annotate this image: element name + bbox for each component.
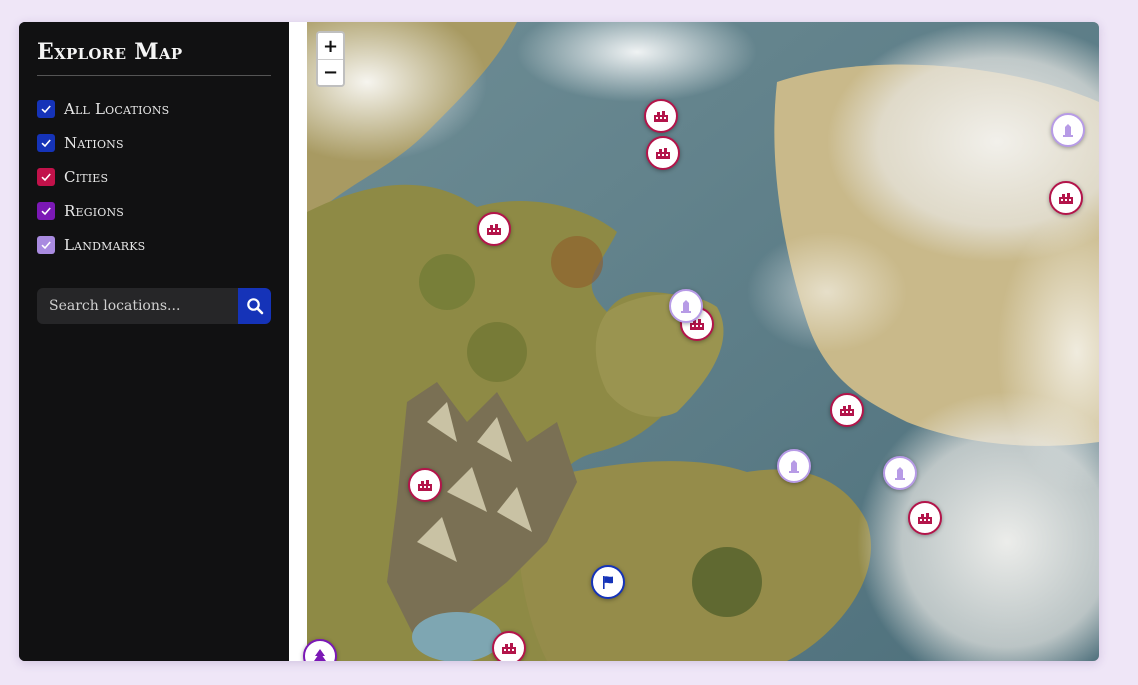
city-icon — [487, 224, 501, 235]
city-icon — [654, 111, 668, 122]
monument-icon — [1063, 124, 1073, 137]
filter-list: All Locations Nations Cities Regions Lan… — [37, 92, 271, 262]
filter-label: Landmarks — [64, 236, 146, 254]
city-marker[interactable] — [408, 468, 442, 502]
checkmark-icon — [41, 207, 51, 216]
city-marker[interactable] — [908, 501, 942, 535]
nation-marker[interactable] — [591, 565, 625, 599]
search-button[interactable] — [238, 288, 271, 324]
checkbox-landmarks[interactable] — [37, 236, 55, 254]
city-marker[interactable] — [646, 136, 680, 170]
filter-label: Nations — [64, 134, 124, 152]
zoom-in-button[interactable]: + — [318, 33, 343, 59]
search-input[interactable] — [37, 288, 238, 324]
filter-label: Regions — [64, 202, 125, 220]
city-icon — [418, 480, 432, 491]
landmark-marker[interactable] — [883, 456, 917, 490]
city-icon — [840, 405, 854, 416]
filter-nations[interactable]: Nations — [37, 126, 271, 160]
fantasy-map-image — [307, 22, 1099, 661]
city-icon — [502, 643, 516, 654]
checkmark-icon — [41, 241, 51, 250]
city-icon — [918, 513, 932, 524]
city-marker[interactable] — [492, 631, 526, 661]
map-canvas[interactable] — [307, 22, 1099, 661]
checkmark-icon — [41, 173, 51, 182]
filter-landmarks[interactable]: Landmarks — [37, 228, 271, 262]
checkbox-all-locations[interactable] — [37, 100, 55, 118]
monument-icon — [681, 300, 691, 313]
monument-icon — [789, 460, 799, 473]
city-marker[interactable] — [1049, 181, 1083, 215]
landmark-marker[interactable] — [1051, 113, 1085, 147]
flag-icon — [603, 576, 613, 589]
checkbox-cities[interactable] — [37, 168, 55, 186]
app-window: Explore Map All Locations Nations Cities — [19, 22, 1099, 661]
map-view[interactable]: + − — [289, 22, 1099, 661]
zoom-out-button[interactable]: − — [318, 59, 343, 85]
city-icon — [656, 148, 670, 159]
sidebar: Explore Map All Locations Nations Cities — [19, 22, 289, 661]
filter-regions[interactable]: Regions — [37, 194, 271, 228]
filter-label: Cities — [64, 168, 109, 186]
city-marker[interactable] — [644, 99, 678, 133]
city-icon — [1059, 193, 1073, 204]
city-marker[interactable] — [830, 393, 864, 427]
zoom-control: + − — [316, 31, 345, 87]
filter-label: All Locations — [64, 100, 170, 118]
city-marker[interactable] — [477, 212, 511, 246]
landmark-marker[interactable] — [777, 449, 811, 483]
checkbox-regions[interactable] — [37, 202, 55, 220]
monument-icon — [895, 467, 905, 480]
landmark-marker[interactable] — [669, 289, 703, 323]
filter-cities[interactable]: Cities — [37, 160, 271, 194]
search-bar — [37, 288, 271, 324]
checkmark-icon — [41, 139, 51, 148]
sidebar-title: Explore Map — [37, 39, 271, 76]
tree-icon — [314, 649, 326, 661]
search-icon — [246, 298, 263, 315]
checkmark-icon — [41, 105, 51, 114]
filter-all-locations[interactable]: All Locations — [37, 92, 271, 126]
checkbox-nations[interactable] — [37, 134, 55, 152]
